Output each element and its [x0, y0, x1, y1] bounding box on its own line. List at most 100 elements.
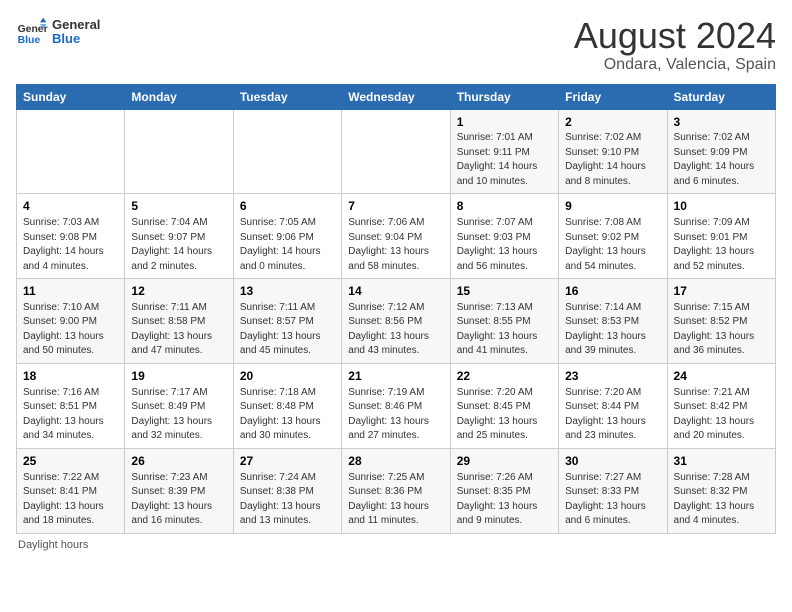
day-info: Sunrise: 7:08 AM Sunset: 9:02 PM Dayligh…: [565, 216, 660, 274]
calendar-cell: 12Sunrise: 7:11 AM Sunset: 8:58 PM Dayli…: [125, 279, 233, 364]
day-number: 3: [674, 114, 769, 131]
day-info: Sunrise: 7:17 AM Sunset: 8:49 PM Dayligh…: [131, 386, 226, 444]
calendar-cell: [342, 109, 450, 194]
day-info: Sunrise: 7:22 AM Sunset: 8:41 PM Dayligh…: [23, 471, 118, 529]
day-info: Sunrise: 7:12 AM Sunset: 8:56 PM Dayligh…: [348, 301, 443, 359]
calendar-week-3: 11Sunrise: 7:10 AM Sunset: 9:00 PM Dayli…: [17, 279, 776, 364]
col-header-monday: Monday: [125, 84, 233, 109]
footer-note: Daylight hours: [16, 539, 776, 551]
day-info: Sunrise: 7:23 AM Sunset: 8:39 PM Dayligh…: [131, 471, 226, 529]
calendar-cell: 24Sunrise: 7:21 AM Sunset: 8:42 PM Dayli…: [667, 363, 775, 448]
day-number: 24: [674, 368, 769, 385]
day-info: Sunrise: 7:04 AM Sunset: 9:07 PM Dayligh…: [131, 216, 226, 274]
logo-general-text: General: [52, 18, 100, 32]
day-number: 29: [457, 453, 552, 470]
day-info: Sunrise: 7:28 AM Sunset: 8:32 PM Dayligh…: [674, 471, 769, 529]
col-header-saturday: Saturday: [667, 84, 775, 109]
calendar-cell: 27Sunrise: 7:24 AM Sunset: 8:38 PM Dayli…: [233, 448, 341, 533]
day-number: 5: [131, 198, 226, 215]
calendar-cell: 25Sunrise: 7:22 AM Sunset: 8:41 PM Dayli…: [17, 448, 125, 533]
calendar-cell: 20Sunrise: 7:18 AM Sunset: 8:48 PM Dayli…: [233, 363, 341, 448]
calendar-cell: 22Sunrise: 7:20 AM Sunset: 8:45 PM Dayli…: [450, 363, 558, 448]
day-number: 18: [23, 368, 118, 385]
day-info: Sunrise: 7:15 AM Sunset: 8:52 PM Dayligh…: [674, 301, 769, 359]
day-info: Sunrise: 7:25 AM Sunset: 8:36 PM Dayligh…: [348, 471, 443, 529]
calendar-week-2: 4Sunrise: 7:03 AM Sunset: 9:08 PM Daylig…: [17, 194, 776, 279]
calendar-cell: 10Sunrise: 7:09 AM Sunset: 9:01 PM Dayli…: [667, 194, 775, 279]
title-block: August 2024 Ondara, Valencia, Spain: [574, 16, 776, 74]
day-number: 6: [240, 198, 335, 215]
day-number: 7: [348, 198, 443, 215]
day-info: Sunrise: 7:01 AM Sunset: 9:11 PM Dayligh…: [457, 131, 552, 189]
page-subtitle: Ondara, Valencia, Spain: [574, 56, 776, 74]
day-info: Sunrise: 7:21 AM Sunset: 8:42 PM Dayligh…: [674, 386, 769, 444]
calendar-cell: 18Sunrise: 7:16 AM Sunset: 8:51 PM Dayli…: [17, 363, 125, 448]
calendar-cell: 3Sunrise: 7:02 AM Sunset: 9:09 PM Daylig…: [667, 109, 775, 194]
day-number: 2: [565, 114, 660, 131]
calendar-cell: 11Sunrise: 7:10 AM Sunset: 9:00 PM Dayli…: [17, 279, 125, 364]
calendar-cell: 5Sunrise: 7:04 AM Sunset: 9:07 PM Daylig…: [125, 194, 233, 279]
col-header-wednesday: Wednesday: [342, 84, 450, 109]
calendar-cell: 21Sunrise: 7:19 AM Sunset: 8:46 PM Dayli…: [342, 363, 450, 448]
day-number: 22: [457, 368, 552, 385]
day-number: 17: [674, 283, 769, 300]
calendar-cell: [233, 109, 341, 194]
day-info: Sunrise: 7:07 AM Sunset: 9:03 PM Dayligh…: [457, 216, 552, 274]
calendar-cell: 17Sunrise: 7:15 AM Sunset: 8:52 PM Dayli…: [667, 279, 775, 364]
calendar-cell: 1Sunrise: 7:01 AM Sunset: 9:11 PM Daylig…: [450, 109, 558, 194]
calendar-header-row: SundayMondayTuesdayWednesdayThursdayFrid…: [17, 84, 776, 109]
calendar-week-5: 25Sunrise: 7:22 AM Sunset: 8:41 PM Dayli…: [17, 448, 776, 533]
calendar-cell: 2Sunrise: 7:02 AM Sunset: 9:10 PM Daylig…: [559, 109, 667, 194]
page-header: General Blue General Blue August 2024 On…: [16, 16, 776, 74]
calendar-cell: 15Sunrise: 7:13 AM Sunset: 8:55 PM Dayli…: [450, 279, 558, 364]
day-info: Sunrise: 7:11 AM Sunset: 8:57 PM Dayligh…: [240, 301, 335, 359]
day-number: 26: [131, 453, 226, 470]
day-info: Sunrise: 7:09 AM Sunset: 9:01 PM Dayligh…: [674, 216, 769, 274]
calendar-week-1: 1Sunrise: 7:01 AM Sunset: 9:11 PM Daylig…: [17, 109, 776, 194]
day-number: 28: [348, 453, 443, 470]
calendar-cell: [17, 109, 125, 194]
day-number: 16: [565, 283, 660, 300]
calendar-cell: [125, 109, 233, 194]
day-info: Sunrise: 7:10 AM Sunset: 9:00 PM Dayligh…: [23, 301, 118, 359]
calendar-cell: 4Sunrise: 7:03 AM Sunset: 9:08 PM Daylig…: [17, 194, 125, 279]
logo-blue-text: Blue: [52, 32, 100, 46]
day-info: Sunrise: 7:24 AM Sunset: 8:38 PM Dayligh…: [240, 471, 335, 529]
day-number: 9: [565, 198, 660, 215]
day-info: Sunrise: 7:18 AM Sunset: 8:48 PM Dayligh…: [240, 386, 335, 444]
calendar-cell: 13Sunrise: 7:11 AM Sunset: 8:57 PM Dayli…: [233, 279, 341, 364]
svg-text:Blue: Blue: [18, 35, 41, 46]
day-number: 23: [565, 368, 660, 385]
calendar-cell: 6Sunrise: 7:05 AM Sunset: 9:06 PM Daylig…: [233, 194, 341, 279]
calendar-cell: 19Sunrise: 7:17 AM Sunset: 8:49 PM Dayli…: [125, 363, 233, 448]
day-number: 15: [457, 283, 552, 300]
day-info: Sunrise: 7:02 AM Sunset: 9:09 PM Dayligh…: [674, 131, 769, 189]
col-header-thursday: Thursday: [450, 84, 558, 109]
day-number: 13: [240, 283, 335, 300]
calendar-cell: 28Sunrise: 7:25 AM Sunset: 8:36 PM Dayli…: [342, 448, 450, 533]
day-number: 20: [240, 368, 335, 385]
day-info: Sunrise: 7:13 AM Sunset: 8:55 PM Dayligh…: [457, 301, 552, 359]
day-info: Sunrise: 7:05 AM Sunset: 9:06 PM Dayligh…: [240, 216, 335, 274]
col-header-tuesday: Tuesday: [233, 84, 341, 109]
day-info: Sunrise: 7:06 AM Sunset: 9:04 PM Dayligh…: [348, 216, 443, 274]
calendar-cell: 31Sunrise: 7:28 AM Sunset: 8:32 PM Dayli…: [667, 448, 775, 533]
calendar-cell: 7Sunrise: 7:06 AM Sunset: 9:04 PM Daylig…: [342, 194, 450, 279]
day-info: Sunrise: 7:02 AM Sunset: 9:10 PM Dayligh…: [565, 131, 660, 189]
day-number: 1: [457, 114, 552, 131]
calendar-cell: 9Sunrise: 7:08 AM Sunset: 9:02 PM Daylig…: [559, 194, 667, 279]
day-info: Sunrise: 7:20 AM Sunset: 8:45 PM Dayligh…: [457, 386, 552, 444]
day-number: 10: [674, 198, 769, 215]
day-number: 14: [348, 283, 443, 300]
day-number: 25: [23, 453, 118, 470]
day-number: 4: [23, 198, 118, 215]
day-number: 30: [565, 453, 660, 470]
col-header-sunday: Sunday: [17, 84, 125, 109]
day-number: 19: [131, 368, 226, 385]
calendar-cell: 8Sunrise: 7:07 AM Sunset: 9:03 PM Daylig…: [450, 194, 558, 279]
col-header-friday: Friday: [559, 84, 667, 109]
day-info: Sunrise: 7:26 AM Sunset: 8:35 PM Dayligh…: [457, 471, 552, 529]
logo: General Blue General Blue: [16, 16, 100, 48]
day-info: Sunrise: 7:03 AM Sunset: 9:08 PM Dayligh…: [23, 216, 118, 274]
day-number: 8: [457, 198, 552, 215]
